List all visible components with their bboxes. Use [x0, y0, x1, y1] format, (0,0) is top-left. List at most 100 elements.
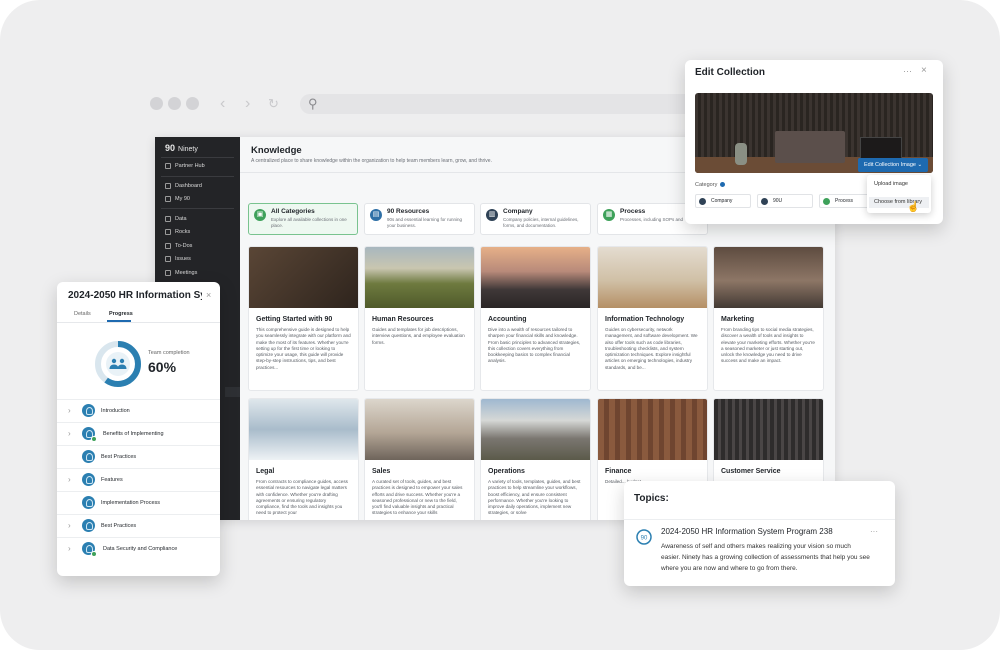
book-icon [761, 198, 768, 205]
sidebar-item-data[interactable]: Data [165, 214, 235, 224]
collection-card[interactable]: Information Technology Guides on cyberse… [597, 246, 708, 391]
sidebar-item-todos[interactable]: To-Dos [165, 241, 235, 251]
collection-image [249, 247, 358, 308]
image-source-menu: Upload image Choose from library [867, 175, 931, 213]
button-label: Edit Collection Image [864, 162, 916, 168]
dialog-title: Edit Collection [695, 67, 765, 78]
page-subtitle: A centralized place to share knowledge w… [251, 158, 492, 164]
collection-title: Getting Started with 90 [256, 316, 351, 323]
back-icon[interactable]: ‹ [220, 94, 225, 114]
progress-row[interactable]: Best Practices [57, 445, 220, 468]
chip-label: Process [835, 198, 853, 204]
forward-icon[interactable]: › [245, 94, 250, 114]
collection-title: Customer Service [721, 468, 816, 475]
collection-card[interactable]: Legal From contracts to compliance guide… [248, 398, 359, 520]
category-desc: Company policies, internal guidelines, f… [503, 217, 585, 229]
pointer-cursor-icon: ☝ [907, 203, 915, 213]
user-avatar [82, 519, 95, 532]
chevron-right-icon[interactable]: › [68, 544, 71, 553]
tab-divider [57, 322, 220, 323]
sidebar-item-meetings[interactable]: Meetings [165, 268, 235, 278]
collection-card[interactable]: Marketing From branding tips to social m… [713, 246, 824, 391]
progress-row[interactable]: Implementation Process [57, 491, 220, 514]
collection-card[interactable]: Getting Started with 90 This comprehensi… [248, 246, 359, 391]
topic-name[interactable]: 2024-2050 HR Information System Program … [661, 527, 833, 536]
menu-item-choose-from-library[interactable]: Choose from library [869, 197, 929, 208]
partner-icon [165, 163, 171, 169]
collection-image [481, 399, 590, 460]
chevron-right-icon[interactable]: › [68, 429, 71, 438]
more-icon[interactable]: ··· [870, 527, 878, 536]
chevron-right-icon[interactable]: › [68, 475, 71, 484]
category-all[interactable]: ▣ All Categories Explore all available c… [248, 203, 358, 235]
sidebar-item-rocks[interactable]: Rocks [165, 227, 235, 237]
tab-details[interactable]: Details [74, 311, 91, 317]
brand[interactable]: 90Ninety [165, 143, 198, 153]
more-icon[interactable]: ··· [903, 66, 912, 76]
sidebar-item-label: My 90 [175, 196, 190, 202]
team-completion-value: 60% [148, 359, 176, 375]
collection-image [365, 399, 474, 460]
window-close-dot[interactable] [150, 97, 163, 110]
menu-item-upload-image[interactable]: Upload image [874, 181, 908, 187]
collection-card[interactable]: Human Resources Guides and templates for… [364, 246, 475, 391]
check-badge-icon [91, 551, 97, 557]
edit-collection-image-button[interactable]: Edit Collection Image ⌄ [858, 158, 928, 172]
category-name: Company [503, 208, 585, 215]
collection-card[interactable]: Sales A curated set of tools, guides, an… [364, 398, 475, 520]
progress-row-label: Implementation Process [101, 500, 160, 506]
user-avatar [82, 473, 95, 486]
info-icon[interactable] [720, 182, 725, 187]
team-completion-ring [94, 340, 142, 388]
close-icon[interactable]: × [921, 65, 927, 76]
tab-progress[interactable]: Progress [109, 311, 133, 317]
progress-row-label: Best Practices [101, 523, 136, 529]
sidebar-item-partner-hub[interactable]: Partner Hub [165, 161, 235, 171]
chevron-right-icon[interactable]: › [68, 521, 71, 530]
category-90-resources[interactable]: ▤ 90 Resources 90s and essential learnin… [364, 203, 475, 235]
window-minimize-dot[interactable] [168, 97, 181, 110]
collection-card[interactable]: Operations A variety of tools, templates… [480, 398, 591, 520]
sidebar-divider [161, 208, 234, 209]
category-chip-company[interactable]: Company [695, 194, 751, 208]
collection-desc: A curated set of tools, guides, and best… [372, 479, 467, 517]
progress-row[interactable]: ›Introduction [57, 399, 220, 422]
collection-image [598, 247, 707, 308]
progress-row[interactable]: ›Data Security and Compliance [57, 537, 220, 560]
ninety-logo: 90 [165, 143, 175, 153]
sidebar-item-dashboard[interactable]: Dashboard [165, 181, 235, 191]
sidebar-active-marker [225, 387, 240, 397]
user-avatar [82, 450, 95, 463]
collection-image [598, 399, 707, 460]
category-chip-90u[interactable]: 90U [757, 194, 813, 208]
collection-image [481, 247, 590, 308]
chevron-right-icon[interactable]: › [68, 406, 71, 415]
collection-image [249, 399, 358, 460]
collection-desc: Guides on cybersecurity, network managem… [605, 327, 700, 371]
collection-image [714, 399, 823, 460]
sidebar-item-my90[interactable]: My 90 [165, 194, 235, 204]
collection-desc: From branding tips to social media strat… [721, 327, 816, 365]
progress-row-label: Features [101, 477, 123, 483]
sidebar-divider [161, 176, 234, 177]
team-completion-label: Team completion [148, 350, 190, 356]
progress-row[interactable]: › Benefits of Implementing [57, 422, 220, 445]
collection-title: Operations [488, 468, 583, 475]
building-icon [699, 198, 706, 205]
collection-title: Marketing [721, 316, 816, 323]
progress-row[interactable]: › Features [57, 468, 220, 491]
collection-card[interactable]: Accounting Dive into a wealth of resourc… [480, 246, 591, 391]
category-company[interactable]: ▥ Company Company policies, internal gui… [480, 203, 591, 235]
progress-row[interactable]: › Best Practices [57, 514, 220, 537]
close-icon[interactable]: × [206, 290, 211, 300]
reload-icon[interactable]: ↻ [268, 94, 279, 114]
category-name: 90 Resources [387, 208, 469, 215]
window-maximize-dot[interactable] [186, 97, 199, 110]
check-badge-icon [91, 436, 97, 442]
progress-row-label: Benefits of Implementing [103, 431, 164, 437]
sidebar-item-issues[interactable]: Issues [165, 254, 235, 264]
sidebar-item-label: Dashboard [175, 183, 202, 189]
collection-image [365, 247, 474, 308]
calendar-icon [165, 270, 171, 276]
collection-title: Human Resources [372, 316, 467, 323]
